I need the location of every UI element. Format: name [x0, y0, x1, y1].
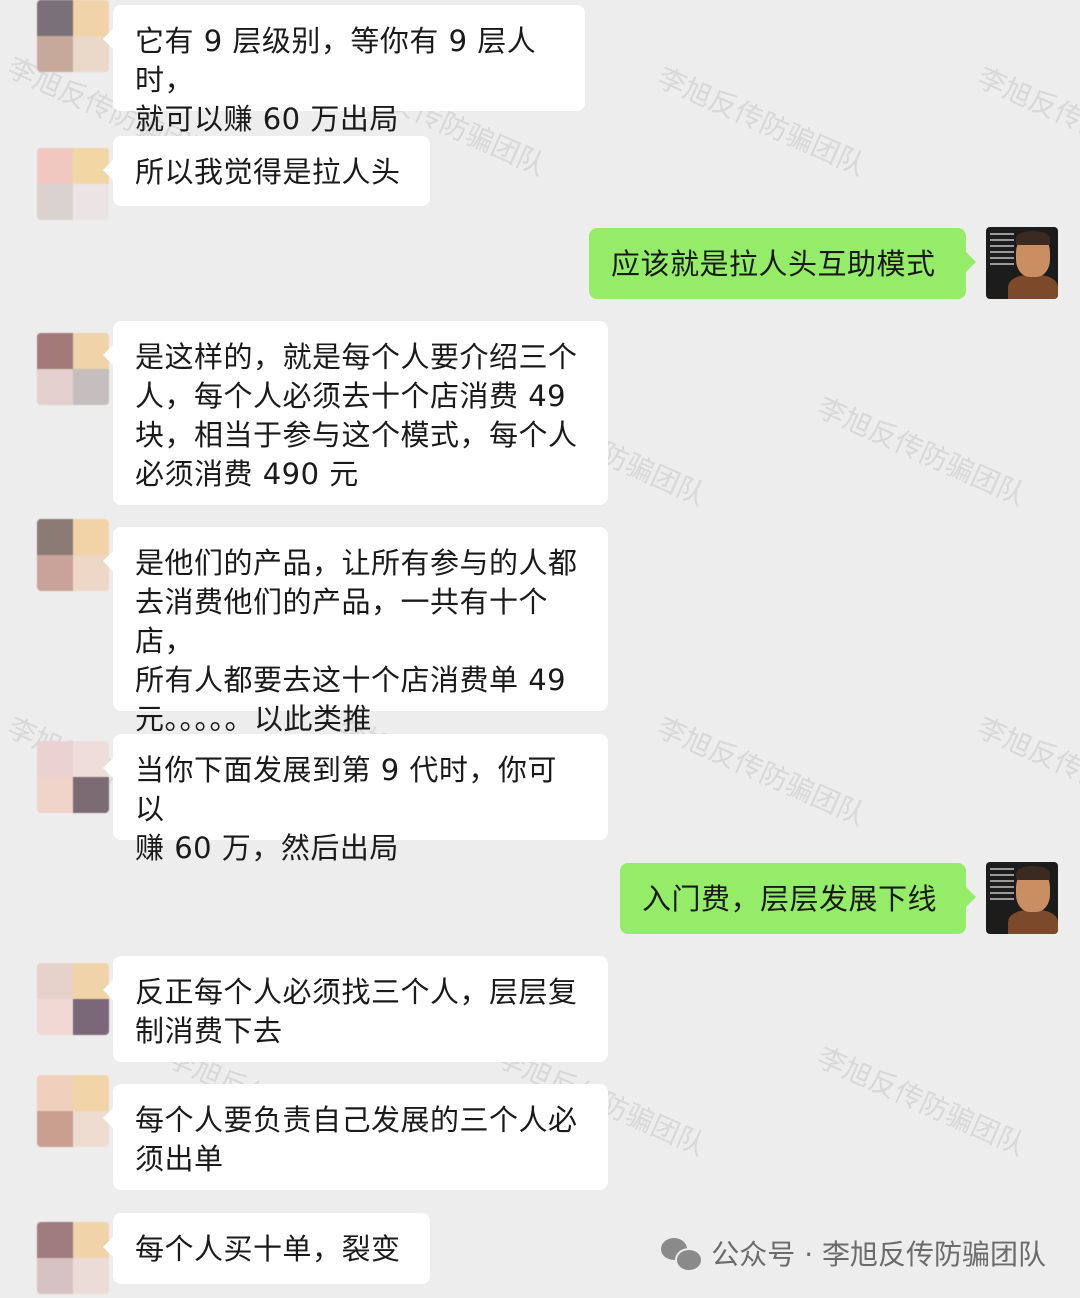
message-bubble-self[interactable]: 入门费，层层发展下线 [620, 863, 976, 934]
message-bubble-self[interactable]: 应该就是拉人头互助模式 [589, 228, 976, 299]
message-bubble[interactable]: 它有 9 层级别，等你有 9 层人时， 就可以赚 60 万出局 [103, 5, 585, 136]
official-account-footer: 公众号 · 李旭反传防骗团队 [661, 1233, 1046, 1273]
message-bubble[interactable]: 反正每个人必须找三个人，层层复 制消费下去 [103, 956, 608, 1062]
avatar[interactable] [37, 0, 109, 72]
avatar[interactable] [37, 333, 109, 405]
watermark: 李旭反传防骗团队 [812, 1040, 1031, 1163]
message-bubble[interactable]: 是这样的，就是每个人要介绍三个 人，每个人必须去十个店消费 49 块，相当于参与… [103, 321, 608, 505]
message-bubble[interactable]: 每个人买十单，裂变 [103, 1213, 430, 1284]
avatar-hair [1016, 231, 1050, 245]
watermark: 李旭反传防骗团队 [812, 390, 1031, 513]
watermark: 李旭反传防骗团队 [652, 60, 871, 183]
avatar-body [1008, 275, 1058, 299]
avatar[interactable] [37, 519, 109, 591]
footer-label: 公众号 · 李旭反传防骗团队 [711, 1238, 1046, 1271]
avatar-text-overlay [990, 868, 1014, 904]
watermark: 李旭反传防骗团队 [972, 60, 1080, 183]
watermark: 李旭反传防骗团队 [972, 710, 1080, 833]
avatar-body [1008, 910, 1058, 934]
wechat-icon [661, 1236, 704, 1272]
avatar[interactable] [37, 148, 109, 220]
avatar-text-overlay [990, 233, 1014, 269]
avatar[interactable] [37, 741, 109, 813]
message-bubble[interactable]: 每个人要负责自己发展的三个人必 须出单 [103, 1084, 608, 1190]
avatar[interactable] [37, 1075, 109, 1147]
message-bubble[interactable]: 是他们的产品，让所有参与的人都 去消费他们的产品，一共有十个店， 所有人都要去这… [103, 527, 608, 736]
avatar[interactable] [37, 963, 109, 1035]
avatar[interactable] [37, 1222, 109, 1294]
watermark: 李旭反传防骗团队 [652, 710, 871, 833]
avatar-self[interactable] [986, 862, 1058, 934]
message-bubble[interactable]: 当你下面发展到第 9 代时，你可以 赚 60 万，然后出局 [103, 734, 608, 865]
message-bubble[interactable]: 所以我觉得是拉人头 [103, 136, 430, 206]
avatar-hair [1016, 866, 1050, 880]
avatar-self[interactable] [986, 227, 1058, 299]
